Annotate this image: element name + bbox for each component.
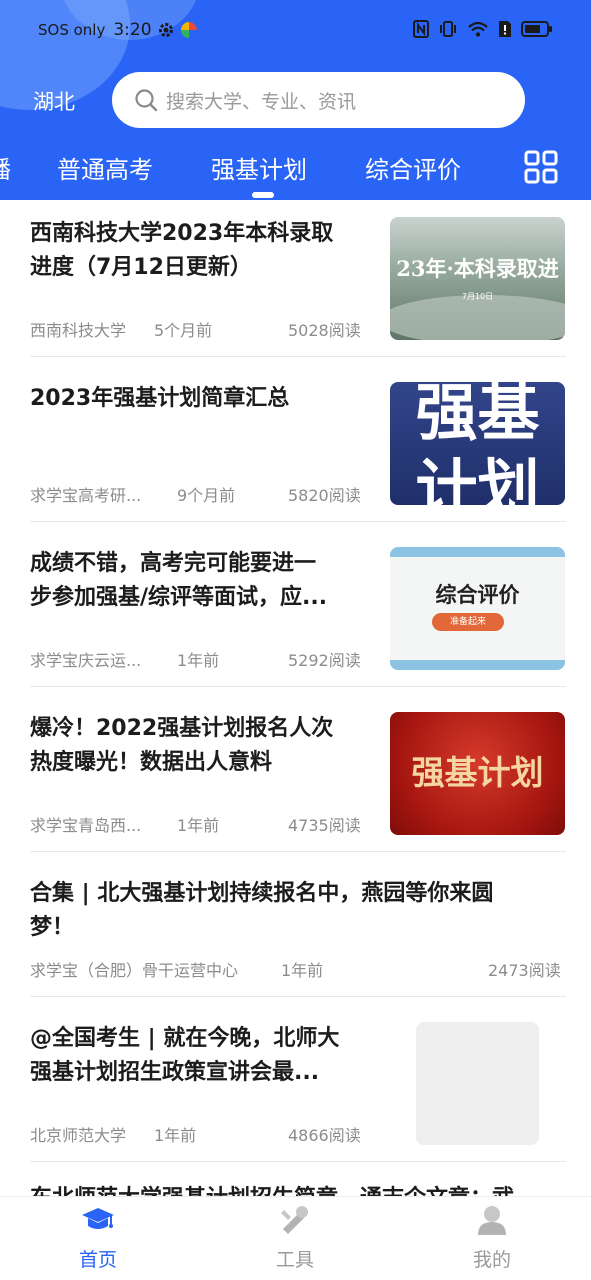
article-time: 9个月前 bbox=[177, 486, 236, 505]
nav-home[interactable]: 首页 bbox=[38, 1205, 158, 1272]
article-reads: 5292阅读 bbox=[288, 651, 361, 670]
sos-text: SOS only bbox=[38, 21, 106, 39]
article-item[interactable]: 合集 | 北大强基计划持续报名中，燕园等你来圆 梦！ 求学宝（合肥）骨干运营中心… bbox=[30, 877, 566, 980]
article-thumbnail: 综合评价 准备起来 bbox=[390, 547, 565, 670]
divider bbox=[30, 851, 566, 852]
article-item[interactable]: 爆冷！2022强基计划报名人次 热度曝光！数据出人意料 求学宝青岛西... 1年… bbox=[30, 712, 566, 836]
tab-putong-gaokao[interactable]: 普通高考 bbox=[57, 150, 153, 185]
article-time: 1年前 bbox=[154, 1126, 197, 1145]
article-feed: 西南科技大学2023年本科录取 进度（7月12日更新） 西南科技大学 5个月前 … bbox=[0, 200, 591, 1196]
status-bar: SOS only 3:20 bbox=[0, 0, 591, 66]
article-title: 东北师范大学强基计划招生简章，通志企文章：武 bbox=[30, 1182, 514, 1196]
wifi-icon bbox=[468, 21, 488, 37]
article-thumbnail: 强基计划 bbox=[390, 712, 565, 835]
article-reads: 5028阅读 bbox=[288, 321, 361, 340]
article-time: 1年前 bbox=[177, 651, 220, 670]
nfc-icon bbox=[413, 20, 429, 38]
article-item[interactable]: 2023年强基计划简章汇总 求学宝高考研... 9个月前 5820阅读 强基 计… bbox=[30, 382, 566, 506]
graduation-cap-icon bbox=[82, 1208, 114, 1229]
article-item[interactable]: @全国考生 | 就在今晚，北师大 强基计划招生政策宣讲会最... 北京师范大学 … bbox=[30, 1022, 566, 1146]
article-reads: 4866阅读 bbox=[288, 1126, 361, 1145]
article-title: 2023年强基计划简章汇总 bbox=[30, 386, 290, 411]
divider bbox=[30, 1161, 566, 1162]
grid-menu-icon[interactable] bbox=[524, 150, 558, 184]
nav-profile[interactable]: 我的 bbox=[432, 1205, 552, 1272]
divider bbox=[30, 356, 566, 357]
nav-home-label: 首页 bbox=[78, 1249, 117, 1271]
search-placeholder: 搜索大学、专业、资讯 bbox=[166, 90, 357, 113]
user-icon bbox=[478, 1206, 506, 1235]
article-title: 爆冷！2022强基计划报名人次 热度曝光！数据出人意料 bbox=[30, 716, 334, 775]
tab-partial[interactable]: 播 bbox=[0, 150, 11, 185]
article-thumbnail: 强基 计划 bbox=[390, 382, 565, 505]
divider bbox=[30, 521, 566, 522]
vibrate-icon bbox=[440, 21, 456, 37]
app-status-icon bbox=[180, 22, 197, 38]
article-item[interactable]: 成绩不错，高考完可能要进一 步参加强基/综评等面试，应... 求学宝庆云运...… bbox=[30, 547, 566, 671]
clock: 3:20 bbox=[113, 20, 152, 40]
settings-gear-icon bbox=[158, 23, 173, 37]
article-title: 合集 | 北大强基计划持续报名中，燕园等你来圆 梦！ bbox=[30, 881, 494, 940]
article-source: 西南科技大学 bbox=[30, 321, 127, 340]
article-time: 5个月前 bbox=[154, 321, 213, 340]
article-title: 西南科技大学2023年本科录取 进度（7月12日更新） bbox=[30, 221, 334, 280]
tools-icon bbox=[281, 1206, 308, 1234]
article-time: 1年前 bbox=[281, 961, 324, 980]
nav-tools[interactable]: 工具 bbox=[235, 1205, 355, 1272]
tab-qiangji-jihua[interactable]: 强基计划 bbox=[211, 150, 307, 185]
nav-profile-label: 我的 bbox=[472, 1249, 511, 1271]
region-selector[interactable]: 湖北 bbox=[33, 86, 75, 116]
category-tabs: 播 普通高考 强基计划 综合评价 bbox=[0, 146, 591, 198]
sim-alert-icon bbox=[499, 21, 511, 37]
article-source: 求学宝庆云运... bbox=[30, 651, 142, 670]
bottom-navigation: 首页 工具 我的 bbox=[0, 1196, 591, 1280]
battery-icon bbox=[521, 21, 552, 37]
article-source: 求学宝（合肥）骨干运营中心 bbox=[30, 961, 239, 980]
nav-tools-label: 工具 bbox=[275, 1249, 314, 1271]
article-title: 成绩不错，高考完可能要进一 步参加强基/综评等面试，应... bbox=[30, 551, 328, 610]
article-source: 北京师范大学 bbox=[30, 1126, 127, 1145]
article-reads: 2473阅读 bbox=[488, 961, 561, 980]
article-time: 1年前 bbox=[177, 816, 220, 835]
app-header: SOS only 3:20 湖北 搜索大学、专业、资讯 普通高考 强基计划 综合… bbox=[0, 0, 591, 200]
search-icon bbox=[135, 89, 158, 112]
article-item[interactable]: 东北师范大学强基计划招生简章，通志企文章：武 bbox=[30, 1182, 566, 1196]
divider bbox=[30, 686, 566, 687]
article-reads: 5820阅读 bbox=[288, 486, 361, 505]
divider bbox=[30, 996, 566, 997]
article-item[interactable]: 西南科技大学2023年本科录取 进度（7月12日更新） 西南科技大学 5个月前 … bbox=[30, 217, 566, 341]
article-title: @全国考生 | 就在今晚，北师大 强基计划招生政策宣讲会最... bbox=[30, 1026, 340, 1085]
article-thumbnail: 23年·本科录取进 7月10日 bbox=[390, 217, 565, 340]
article-reads: 4735阅读 bbox=[288, 816, 361, 835]
article-thumbnail-placeholder bbox=[416, 1022, 539, 1145]
search-bar[interactable]: 搜索大学、专业、资讯 bbox=[112, 72, 525, 128]
tab-zonghe-pingjia[interactable]: 综合评价 bbox=[365, 150, 461, 185]
article-source: 求学宝高考研... bbox=[30, 486, 142, 505]
article-source: 求学宝青岛西... bbox=[30, 816, 142, 835]
active-tab-indicator bbox=[252, 192, 274, 198]
